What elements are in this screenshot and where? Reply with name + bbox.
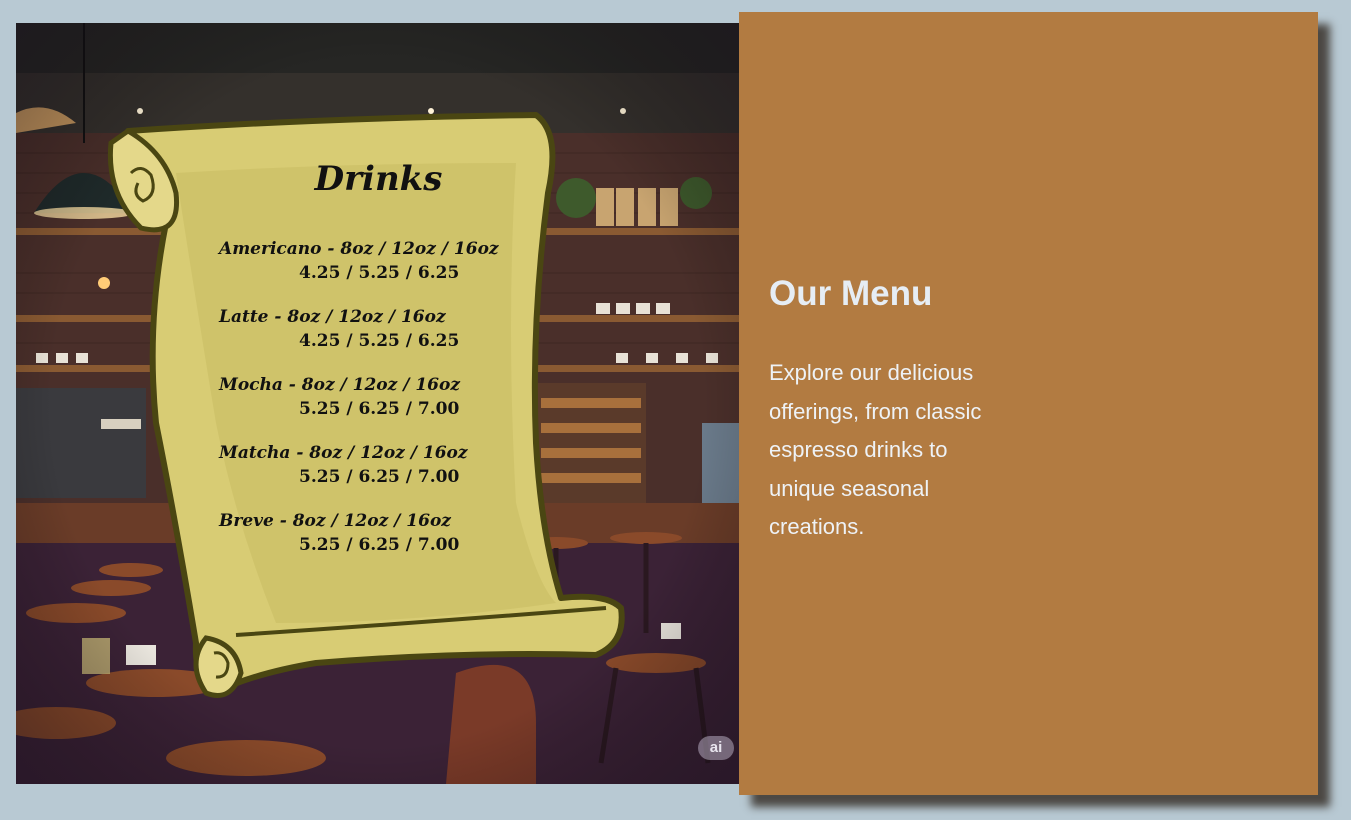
- menu-item: Matcha - 8oz / 12oz / 16oz 5.25 / 6.25 /…: [219, 441, 549, 489]
- menu-item-list: Americano - 8oz / 12oz / 16oz 4.25 / 5.2…: [219, 237, 549, 577]
- menu-item: Breve - 8oz / 12oz / 16oz 5.25 / 6.25 / …: [219, 509, 549, 557]
- item-prices: 5.25 / 6.25 / 7.00: [299, 467, 460, 487]
- menu-item: Mocha - 8oz / 12oz / 16oz 5.25 / 6.25 / …: [219, 373, 549, 421]
- item-name-sizes: Americano - 8oz / 12oz / 16oz: [219, 239, 499, 259]
- item-name-sizes: Mocha - 8oz / 12oz / 16oz: [219, 375, 460, 395]
- menu-item: Americano - 8oz / 12oz / 16oz 4.25 / 5.2…: [219, 237, 549, 285]
- item-name-sizes: Breve - 8oz / 12oz / 16oz: [219, 511, 451, 531]
- item-prices: 4.25 / 5.25 / 6.25: [299, 331, 460, 351]
- item-name-sizes: Latte - 8oz / 12oz / 16oz: [219, 307, 446, 327]
- menu-item: Latte - 8oz / 12oz / 16oz 4.25 / 5.25 / …: [219, 305, 549, 353]
- menu-info-card: Our Menu Explore our delicious offerings…: [739, 12, 1318, 795]
- menu-image: Drinks Americano - 8oz / 12oz / 16oz 4.2…: [16, 23, 739, 784]
- card-title: Our Menu: [769, 274, 933, 313]
- item-prices: 5.25 / 6.25 / 7.00: [299, 535, 460, 555]
- menu-title: Drinks: [314, 159, 443, 199]
- item-prices: 5.25 / 6.25 / 7.00: [299, 399, 460, 419]
- ai-generated-badge: ai: [698, 736, 734, 760]
- item-name-sizes: Matcha - 8oz / 12oz / 16oz: [219, 443, 468, 463]
- item-prices: 4.25 / 5.25 / 6.25: [299, 263, 460, 283]
- card-description: Explore our delicious offerings, from cl…: [769, 360, 982, 539]
